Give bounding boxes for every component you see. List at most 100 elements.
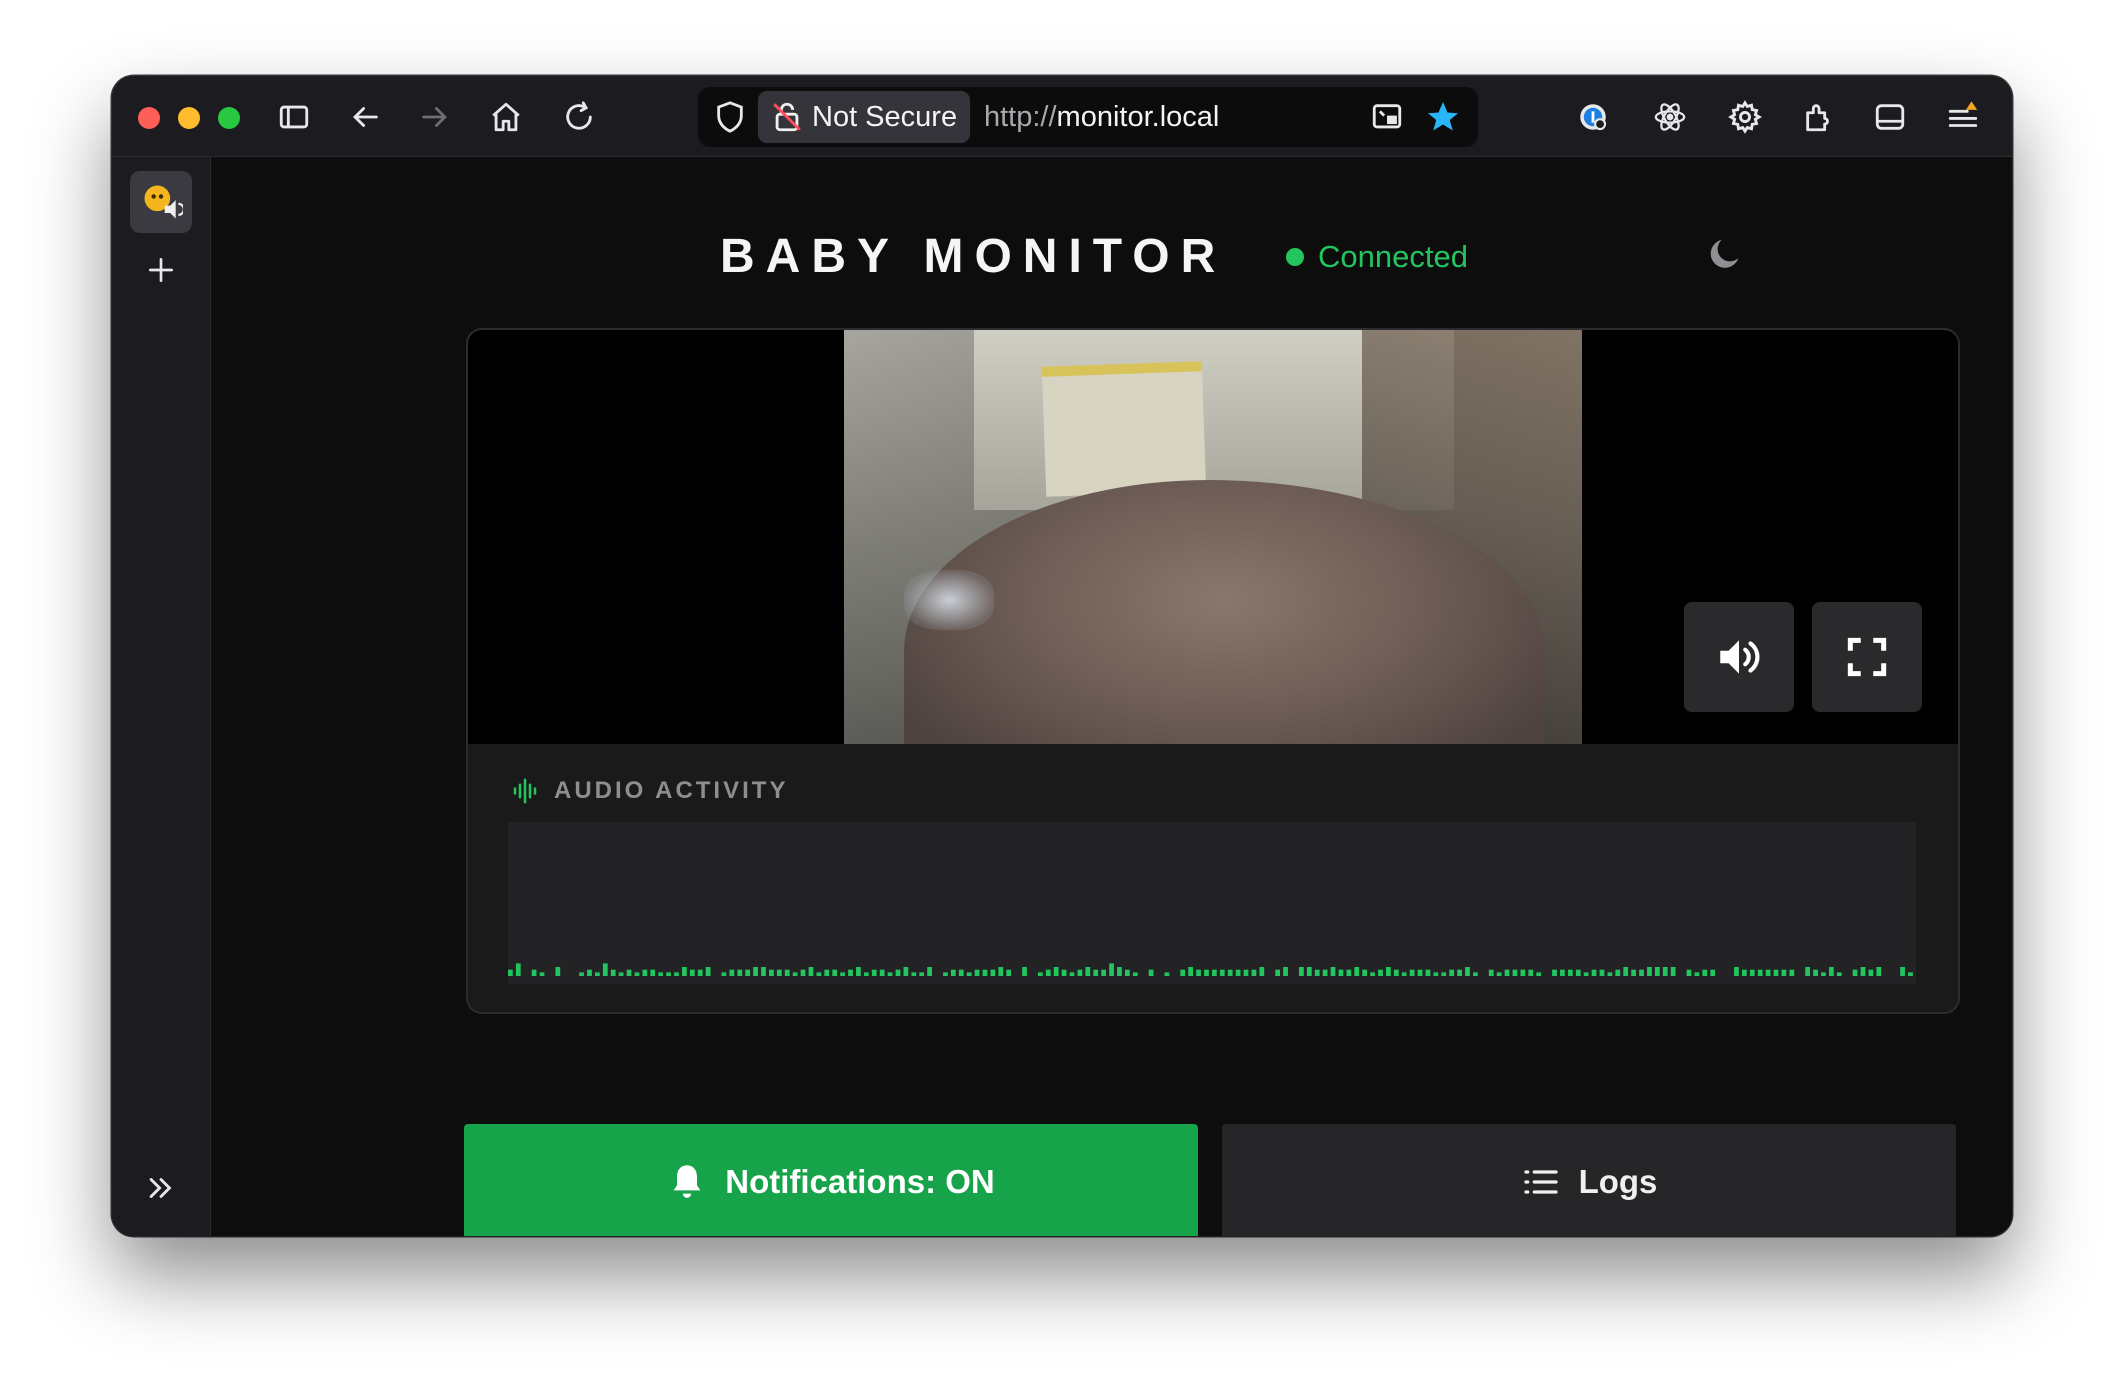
react-devtools-icon[interactable]: [1649, 96, 1691, 138]
audio-level-bar: [1670, 967, 1676, 976]
audio-level-bar: [729, 969, 735, 976]
sidebar-toggle-icon[interactable]: [273, 96, 315, 138]
audio-level-bar: [1117, 967, 1122, 976]
audio-level-bar: [1219, 969, 1225, 976]
audio-level-bar: [1734, 967, 1739, 976]
audio-level-bar: [776, 969, 782, 976]
audio-level-bar: [871, 969, 877, 976]
shield-icon[interactable]: [710, 97, 750, 137]
fullscreen-button[interactable]: [1812, 602, 1922, 712]
audio-level-bar: [848, 969, 853, 976]
audio-level-bar: [539, 972, 545, 976]
audio-level-bar: [579, 972, 584, 976]
audio-level-bar: [1496, 972, 1502, 976]
notifications-label: Notifications: ON: [725, 1162, 995, 1200]
url-bar[interactable]: Not Secure http://monitor.local: [698, 87, 1478, 147]
audio-level-bar: [824, 969, 830, 976]
extensions-puzzle-icon[interactable]: [1798, 96, 1840, 138]
audio-level-bar: [1528, 969, 1534, 976]
audio-level-bar: [966, 972, 972, 976]
notifications-toggle-button[interactable]: Notifications: ON: [464, 1124, 1198, 1236]
forward-arrow-icon[interactable]: [414, 96, 456, 138]
audio-level-bar: [1085, 967, 1091, 976]
back-arrow-icon[interactable]: [344, 96, 386, 138]
logs-label: Logs: [1578, 1162, 1658, 1200]
audio-level-bar: [602, 963, 608, 976]
reload-icon[interactable]: [558, 96, 600, 138]
bookmark-star-icon[interactable]: [1422, 96, 1464, 138]
list-icon: [1523, 1169, 1558, 1194]
add-panel-icon[interactable]: [140, 249, 182, 291]
audio-level-bar: [1409, 969, 1415, 976]
audio-level-bar: [887, 972, 893, 976]
settings-gear-icon[interactable]: [1724, 96, 1766, 138]
picture-in-picture-icon[interactable]: [1366, 96, 1408, 138]
audio-level-bar: [1061, 969, 1067, 976]
url-protocol: http://: [984, 101, 1057, 133]
url-text[interactable]: http://monitor.local: [984, 87, 1219, 147]
audio-level-bar: [618, 972, 624, 976]
moon-icon[interactable]: [1702, 231, 1748, 277]
audio-level-bar: [1900, 967, 1905, 976]
page-title: BABY MONITOR: [720, 230, 1227, 283]
baby-monitor-app-icon[interactable]: [130, 171, 192, 233]
audio-level-bar: [1204, 969, 1209, 976]
audio-level-bar: [832, 969, 838, 976]
close-window-button[interactable]: [138, 107, 160, 129]
connection-status: Connected: [1286, 239, 1468, 275]
audio-level-bar: [990, 969, 996, 976]
expand-sidebar-icon[interactable]: [140, 1167, 182, 1209]
browser-window: Not Secure http://monitor.local BABY MON…: [112, 76, 2012, 1236]
audio-level-bar: [769, 969, 774, 976]
audio-level-bar: [998, 967, 1004, 976]
audio-toggle-button[interactable]: [1684, 602, 1794, 712]
reader-view-icon[interactable]: [1869, 96, 1911, 138]
bell-icon: [673, 1164, 701, 1198]
audio-level-bar: [1575, 969, 1581, 976]
audio-level-bar: [1306, 967, 1312, 976]
audio-level-bar: [1828, 967, 1834, 976]
audio-level-bar: [1868, 969, 1874, 976]
audio-level-bar: [1852, 969, 1858, 976]
audio-level-bar: [1449, 969, 1455, 976]
audio-level-bar: [1615, 969, 1621, 976]
audio-level-bar: [753, 967, 758, 976]
home-icon[interactable]: [485, 96, 527, 138]
audio-level-bar: [919, 972, 925, 976]
audio-level-bar: [1686, 969, 1692, 976]
audio-level-bar: [1330, 967, 1336, 976]
audio-level-bar: [1077, 969, 1083, 976]
audio-level-bar: [1765, 969, 1771, 976]
audio-level-bar: [1109, 963, 1114, 976]
password-manager-icon[interactable]: [1572, 96, 1614, 138]
not-secure-label: Not Secure: [812, 100, 958, 133]
maximize-window-button[interactable]: [218, 107, 240, 129]
audio-level-bar: [1639, 969, 1644, 976]
audio-level-bar: [1631, 969, 1636, 976]
audio-level-bar: [1560, 969, 1565, 976]
audio-level-bar: [682, 967, 687, 976]
audio-level-bar: [689, 969, 695, 976]
audio-level-bar: [1148, 969, 1154, 976]
audio-level-bar: [1354, 967, 1360, 976]
audio-level-bar: [642, 969, 648, 976]
logs-button[interactable]: Logs: [1222, 1124, 1956, 1236]
audio-level-bar: [1757, 969, 1763, 976]
audio-level-bar: [1583, 972, 1589, 976]
audio-level-bar: [1417, 969, 1423, 976]
audio-level-bar: [1196, 969, 1201, 976]
audio-level-bar: [1370, 972, 1375, 976]
minimize-window-button[interactable]: [178, 107, 200, 129]
not-secure-badge[interactable]: Not Secure: [758, 91, 970, 143]
audio-level-bar: [658, 972, 664, 976]
audio-activity-label: AUDIO ACTIVITY: [554, 777, 789, 804]
audio-level-bar: [1188, 967, 1194, 976]
audio-level-bar: [1322, 969, 1328, 976]
audio-level-bar: [1860, 967, 1866, 976]
audio-level-bar: [1093, 969, 1099, 976]
audio-level-bar: [1006, 969, 1012, 976]
audio-level-bar: [1433, 972, 1439, 976]
audio-level-bar: [1425, 969, 1431, 976]
video-player[interactable]: [468, 330, 1958, 744]
menu-icon[interactable]: [1942, 96, 1984, 138]
